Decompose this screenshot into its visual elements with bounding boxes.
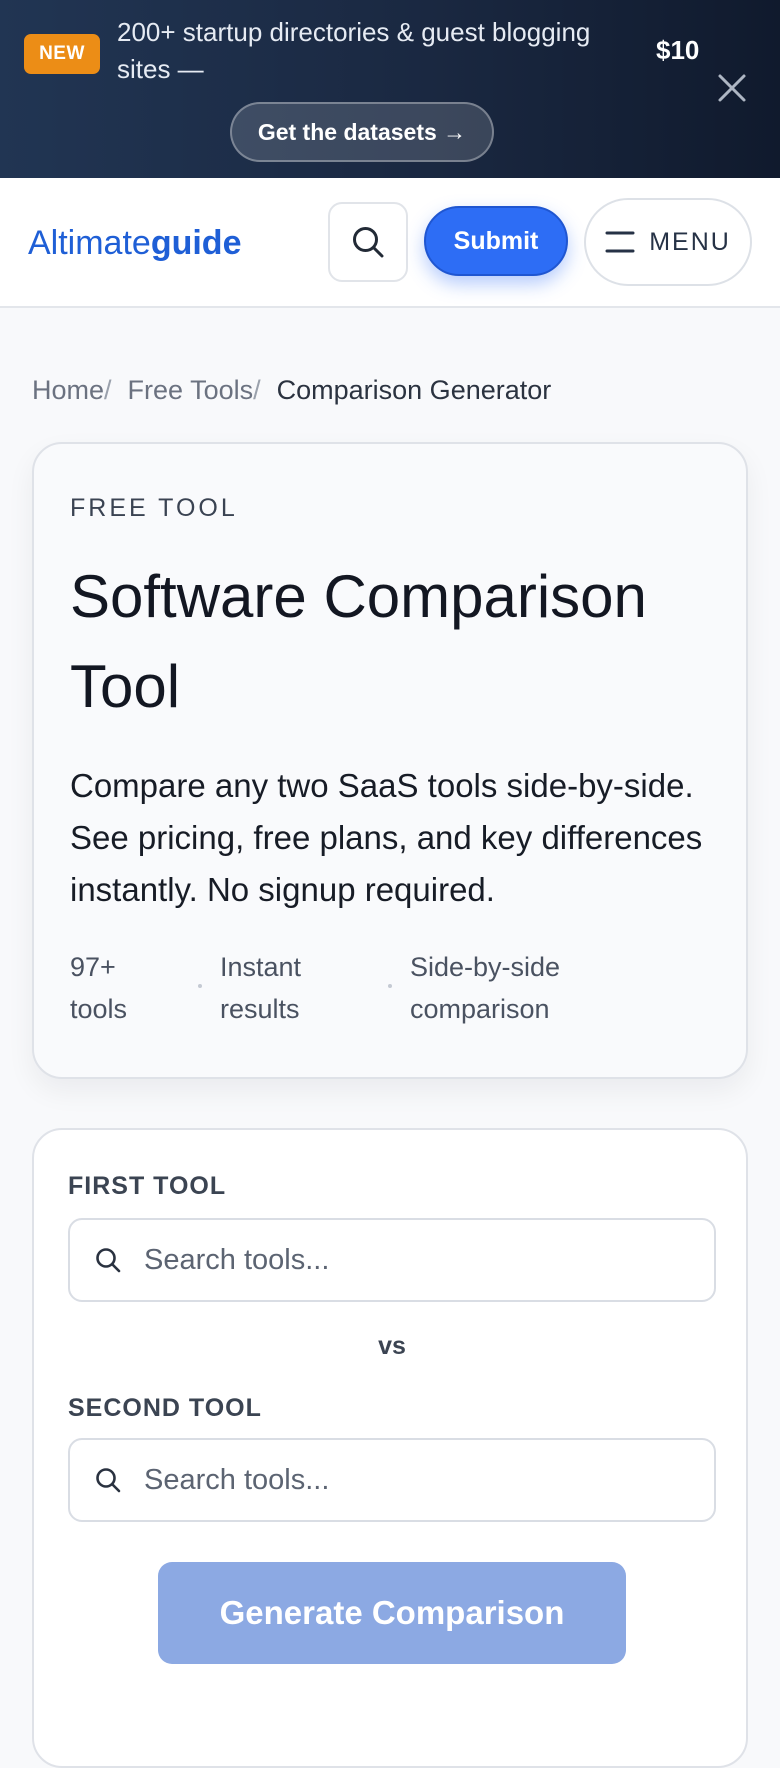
page-title: Software Comparison Tool [70, 563, 647, 720]
breadcrumb-item-free-tools[interactable]: Free Tools/ [128, 370, 267, 410]
submit-button[interactable]: Submit [424, 206, 568, 276]
promo-banner: NEW 200+ startup directories & guest blo… [0, 0, 780, 178]
site-header: Altimateguide Submit MENU [0, 178, 780, 308]
get-datasets-button[interactable]: Get the datasets → [230, 102, 494, 162]
breadcrumb: Home/ Free Tools/ Comparison Generator [32, 370, 551, 410]
logo-text-bold: guide [150, 224, 242, 262]
breadcrumb-current: Comparison Generator [276, 375, 552, 405]
second-tool-field[interactable] [68, 1438, 716, 1522]
breadcrumb-free-tools-label: Free Tools [127, 375, 254, 405]
close-icon [718, 74, 746, 102]
close-banner-button[interactable] [712, 68, 752, 108]
hero-stats: 97+ tools Instant results Side-by-side c… [70, 946, 610, 1030]
promo-price: $10 [656, 35, 700, 65]
stat-divider-dot [388, 984, 392, 988]
first-tool-label: FIRST TOOL [68, 1172, 227, 1200]
breadcrumb-separator: / [253, 375, 261, 405]
breadcrumb-separator: / [104, 375, 112, 405]
menu-icon [605, 231, 635, 253]
first-tool-field[interactable] [68, 1218, 716, 1302]
menu-label: MENU [649, 227, 731, 256]
first-tool-search-input[interactable] [144, 1243, 704, 1277]
header-search-button[interactable] [328, 202, 408, 282]
second-tool-label: SECOND TOOL [68, 1394, 262, 1422]
promo-message: 200+ startup directories & guest bloggin… [117, 17, 591, 84]
stat-divider-dot [198, 984, 202, 988]
search-icon [353, 227, 384, 258]
search-icon [96, 1248, 121, 1273]
stat-side-by-side: Side-by-side comparison [410, 952, 561, 1024]
hero-eyebrow: FREE TOOL [70, 494, 238, 522]
stat-tool-count: 97+ tools [70, 952, 128, 1024]
logo-text-light: Altimate [28, 224, 151, 262]
site-logo[interactable]: Altimateguide [28, 221, 242, 265]
generate-comparison-button[interactable]: Generate Comparison [158, 1562, 626, 1664]
breadcrumb-item-home[interactable]: Home/ [32, 370, 118, 410]
breadcrumb-home-label: Home [32, 375, 105, 405]
hero-card: FREE TOOL Software Comparison Tool Compa… [32, 442, 748, 1079]
search-icon [96, 1468, 121, 1493]
hero-description: Compare any two SaaS tools side-by-side.… [70, 767, 703, 908]
new-badge: NEW [24, 34, 100, 74]
vs-label: vs [378, 1332, 406, 1360]
stat-instant-results: Instant results [220, 952, 302, 1024]
menu-button[interactable]: MENU [584, 198, 752, 286]
comparison-form: FIRST TOOL vs SECOND TOOL Generate Compa… [32, 1128, 748, 1768]
second-tool-search-input[interactable] [144, 1463, 704, 1497]
